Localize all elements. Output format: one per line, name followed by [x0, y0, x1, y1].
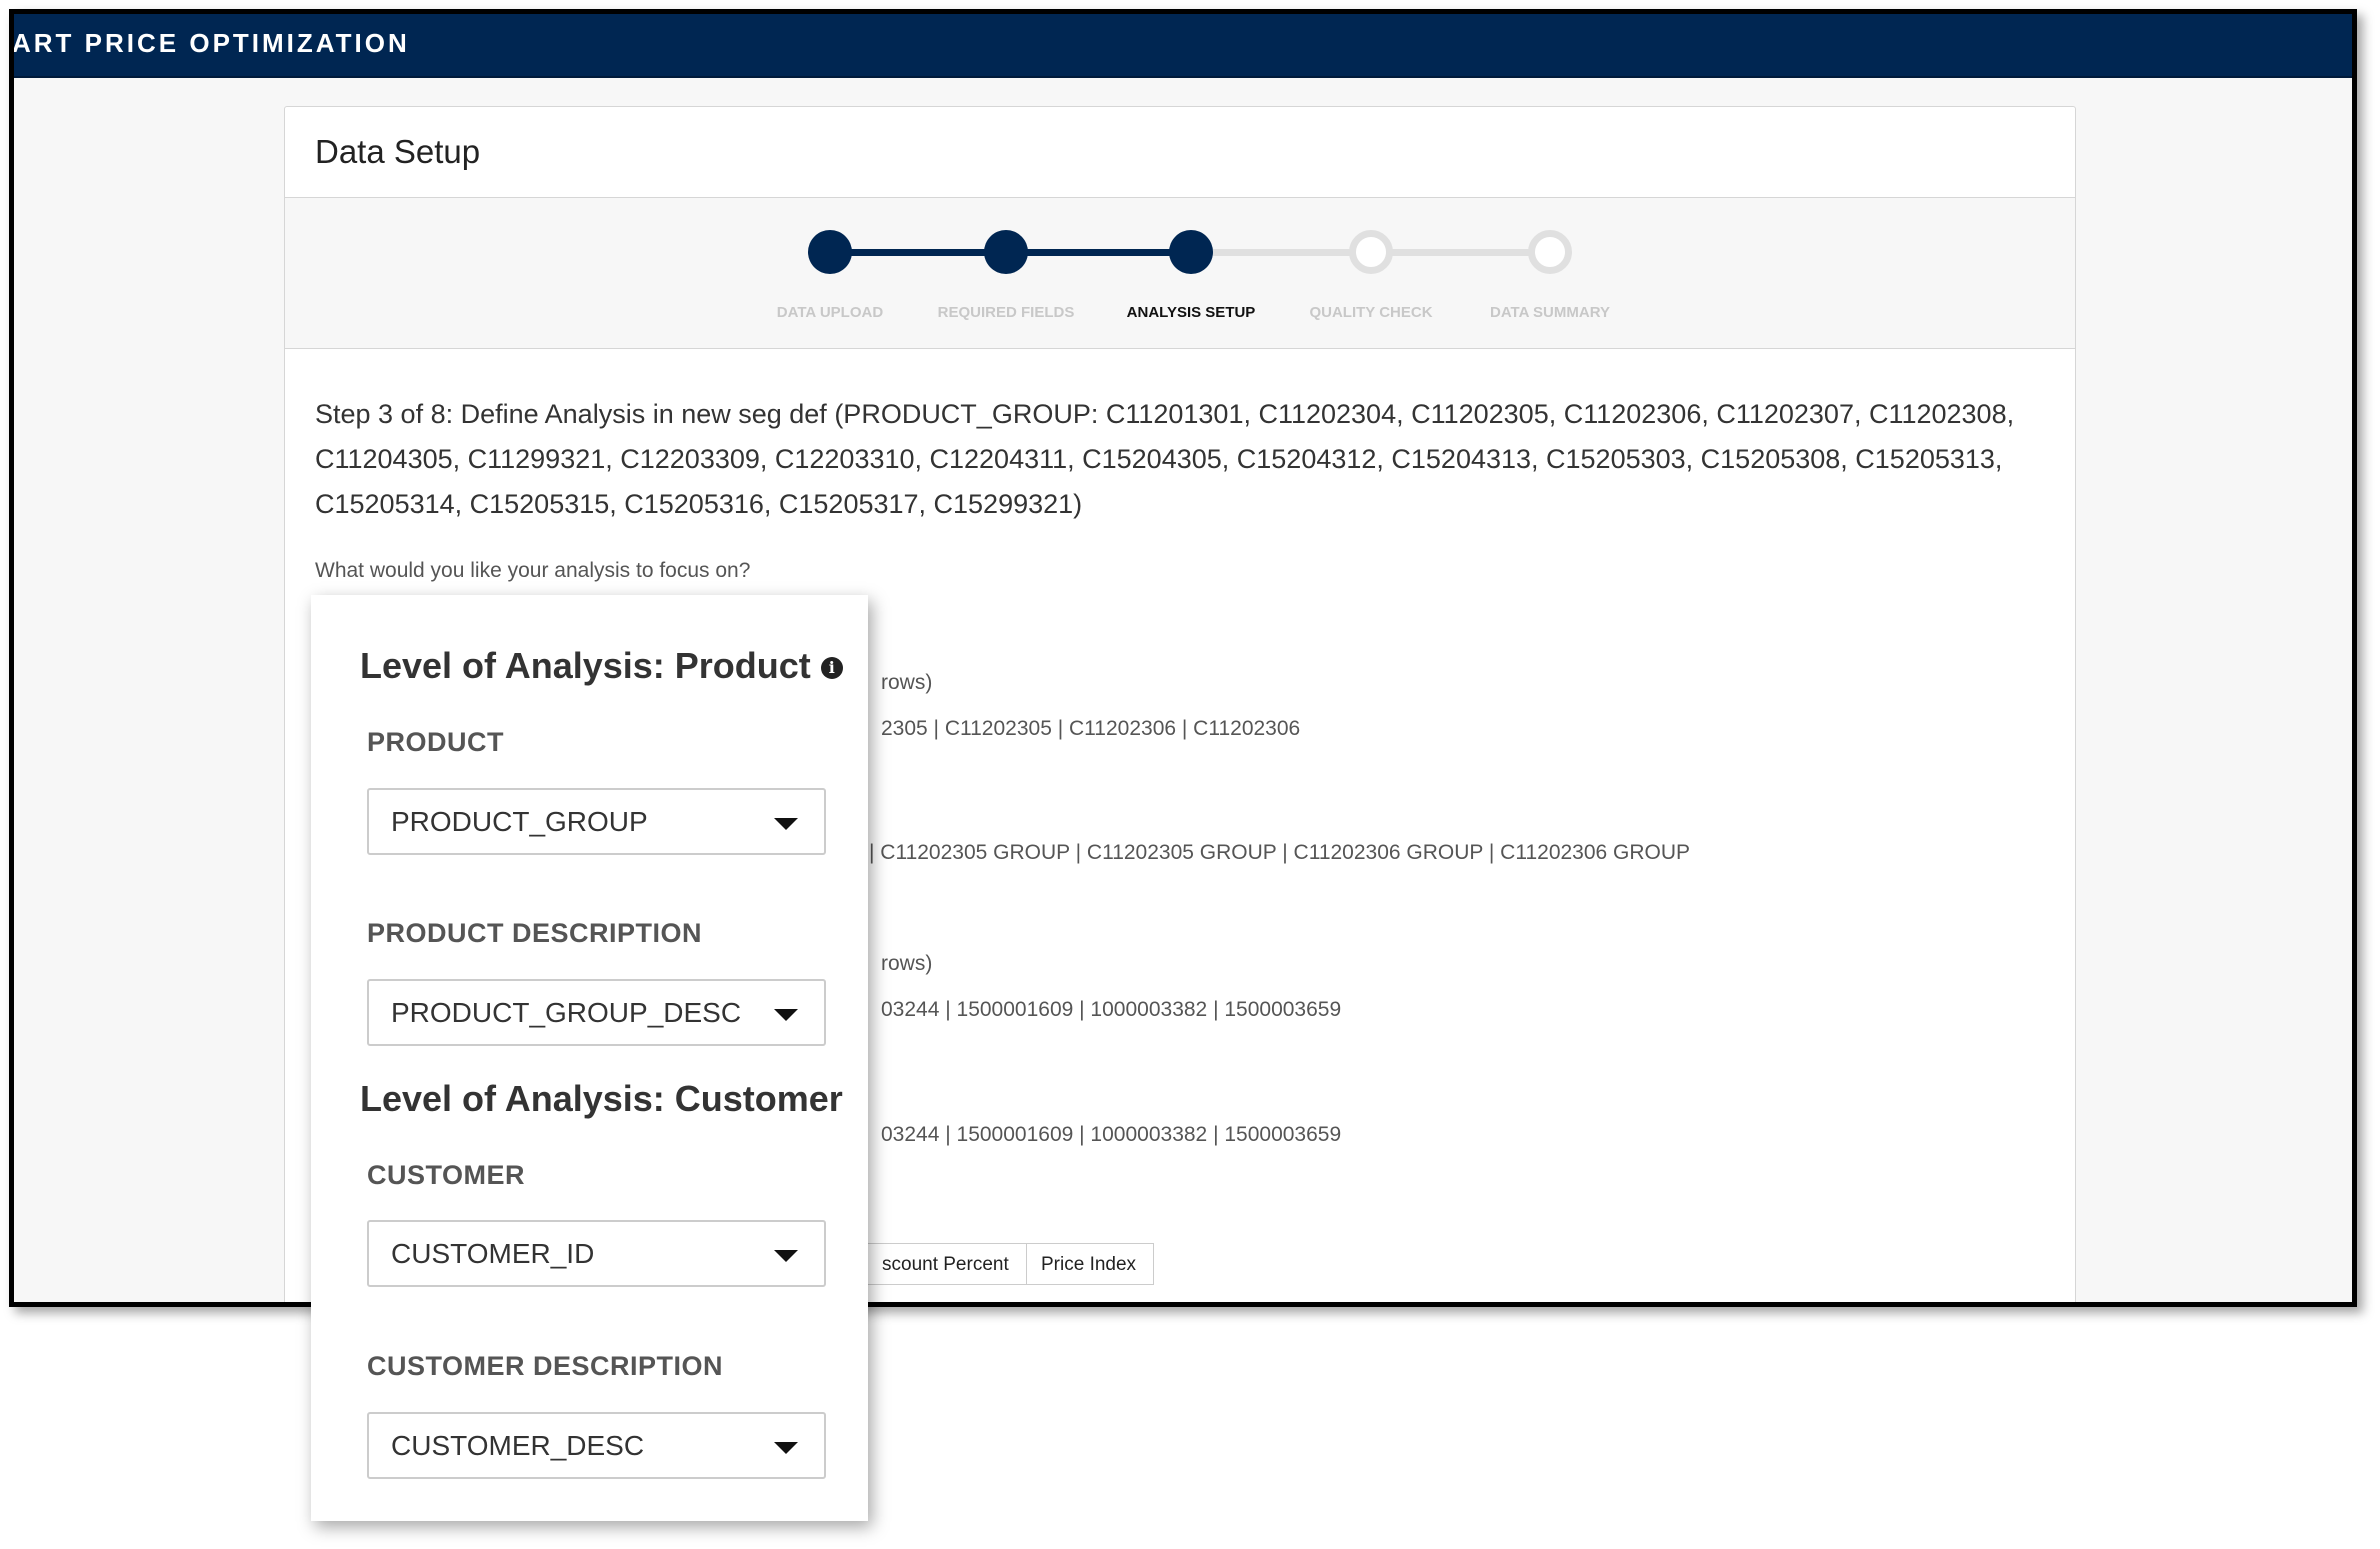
- app-title: ART PRICE OPTIMIZATION: [12, 28, 410, 58]
- sample-values: 2305 | C11202305 | C11202306 | C11202306: [881, 717, 1301, 740]
- sample-values: 03244 | 1500001609 | 1000003382 | 150000…: [881, 1123, 1342, 1146]
- step-label-active: ANALYSIS SETUP: [1126, 304, 1256, 321]
- step-label: DATA SUMMARY: [1490, 304, 1610, 321]
- customer-description-select[interactable]: CUSTOMER_DESC: [367, 1412, 826, 1479]
- discount-percent-button[interactable]: scount Percent: [845, 1243, 1027, 1285]
- page-title: Data Setup: [315, 133, 481, 170]
- product-description-select[interactable]: PRODUCT_GROUP_DESC: [367, 979, 826, 1046]
- step-dot-quality-check: [1349, 230, 1393, 274]
- product-select[interactable]: PRODUCT_GROUP: [367, 788, 826, 855]
- progress-stepper: DATA UPLOAD REQUIRED FIELDS ANALYSIS SET…: [285, 198, 2075, 349]
- sample-values: 03244 | 1500001609 | 1000003382 | 150000…: [881, 998, 1342, 1021]
- product-description-label: PRODUCT DESCRIPTION: [367, 918, 703, 948]
- caret-down-icon: [774, 1442, 798, 1454]
- sample-values: | C11202305 GROUP | C11202305 GROUP | C1…: [869, 841, 1691, 864]
- step-label: REQUIRED FIELDS: [937, 304, 1075, 321]
- selected-value: PRODUCT_GROUP_DESC: [391, 997, 742, 1028]
- row-count-text: rows): [881, 952, 933, 975]
- step-dot-analysis-setup[interactable]: [1169, 230, 1213, 274]
- row-count-text: rows): [881, 671, 933, 694]
- selected-value: CUSTOMER_ID: [391, 1238, 595, 1269]
- step-label: DATA UPLOAD: [776, 304, 884, 321]
- caret-down-icon: [774, 1009, 798, 1021]
- step-dot-required-fields[interactable]: [984, 230, 1028, 274]
- level-of-analysis-popup: Level of Analysis: Product i PRODUCT PROD…: [311, 595, 868, 1521]
- step-label: QUALITY CHECK: [1309, 304, 1433, 321]
- step-description: Step 3 of 8: Define Analysis in new seg …: [315, 399, 2015, 519]
- focus-question: What would you like your analysis to foc…: [315, 559, 751, 582]
- customer-label: CUSTOMER: [367, 1160, 526, 1190]
- product-label: PRODUCT: [367, 727, 504, 757]
- card-header: Data Setup: [285, 107, 2075, 198]
- heading-text: Level of Analysis: Product: [360, 645, 811, 686]
- step-dot-data-summary: [1528, 230, 1572, 274]
- customer-level-heading: Level of Analysis: Customer: [360, 1078, 843, 1119]
- caret-down-icon: [774, 818, 798, 830]
- customer-select[interactable]: CUSTOMER_ID: [367, 1220, 826, 1287]
- top-navbar: ART PRICE OPTIMIZATION: [14, 14, 2352, 78]
- caret-down-icon: [774, 1250, 798, 1262]
- product-level-heading: Level of Analysis: Product i: [360, 645, 843, 687]
- step-dot-data-upload[interactable]: [808, 230, 852, 274]
- selected-value: CUSTOMER_DESC: [391, 1430, 645, 1461]
- info-icon[interactable]: i: [820, 657, 843, 680]
- selected-value: PRODUCT_GROUP: [391, 806, 648, 837]
- customer-description-label: CUSTOMER DESCRIPTION: [367, 1351, 724, 1381]
- price-index-button[interactable]: Price Index: [1026, 1243, 1154, 1285]
